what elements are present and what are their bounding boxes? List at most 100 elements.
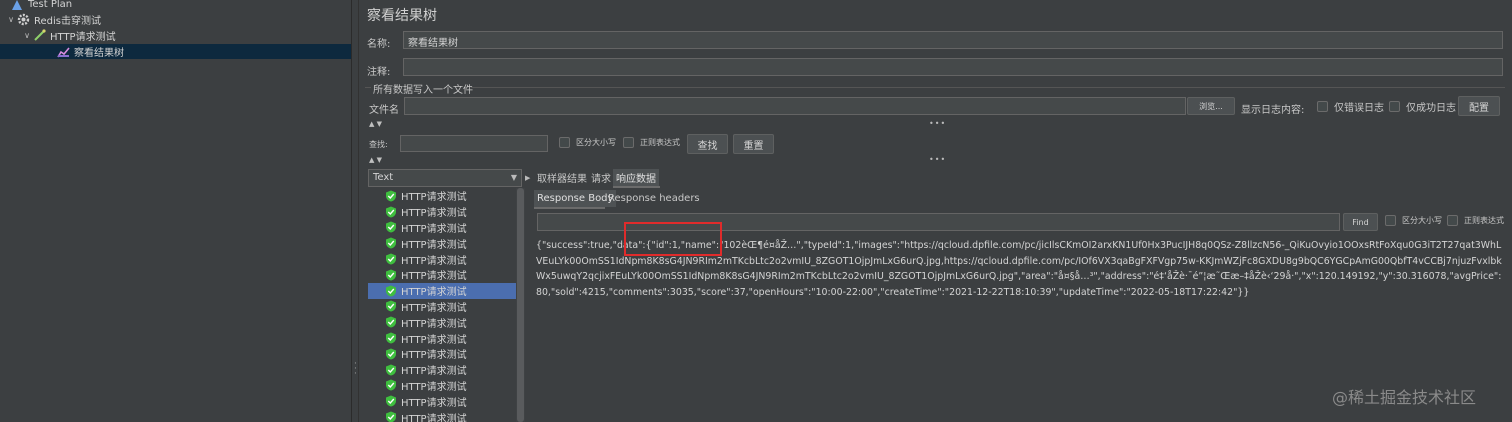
result-item[interactable]: HTTP请求测试 xyxy=(368,362,525,378)
response-regex-checkbox[interactable]: 正则表达式 xyxy=(1447,215,1504,226)
splitter-middle[interactable]: ▲ ▼ ••• xyxy=(359,155,1512,166)
section-border xyxy=(471,87,1505,88)
section-border xyxy=(365,87,371,88)
collapse-arrows-icon[interactable]: ▲ ▼ xyxy=(369,156,382,164)
success-shield-icon xyxy=(385,190,397,202)
result-item[interactable]: HTTP请求测试 xyxy=(368,204,525,220)
search-input[interactable] xyxy=(400,135,548,152)
result-item[interactable]: HTTP请求测试 xyxy=(368,188,525,204)
result-item-label: HTTP请求测试 xyxy=(401,255,467,267)
success-shield-icon xyxy=(385,253,397,265)
pipette-icon xyxy=(32,29,46,42)
success-only-checkbox[interactable]: 仅成功日志 xyxy=(1389,99,1456,114)
result-item-label: HTTP请求测试 xyxy=(401,381,467,393)
name-input[interactable]: 察看结果树 xyxy=(403,31,1503,49)
tab-response-headers[interactable]: Response headers xyxy=(605,190,703,207)
success-shield-icon xyxy=(385,300,397,312)
test-plan-tree: Test Plan ∨ Redis击穿测试 ∨ HTTP请求测试 察看结果树 xyxy=(0,0,351,422)
success-shield-icon xyxy=(385,221,397,233)
watermark: @稀土掘金技术社区 xyxy=(1332,388,1477,407)
filename-input[interactable] xyxy=(404,97,1186,115)
tab-request[interactable]: 请求 xyxy=(588,169,614,186)
success-shield-icon xyxy=(385,395,397,407)
comment-label: 注释: xyxy=(367,67,391,78)
result-item-label: HTTP请求测试 xyxy=(401,366,467,378)
result-item-label: HTTP请求测试 xyxy=(401,223,467,235)
jmeter-window: Test Plan ∨ Redis击穿测试 ∨ HTTP请求测试 察看结果树 ·… xyxy=(0,0,1512,422)
tree-item-thread-group[interactable]: ∨ Redis击穿测试 xyxy=(0,12,351,27)
result-item[interactable]: HTTP请求测试 xyxy=(368,251,525,267)
result-item[interactable]: HTTP请求测试 xyxy=(368,235,525,251)
drag-handle-icon: ••• xyxy=(929,155,947,164)
result-item[interactable]: HTTP请求测试 xyxy=(368,299,525,315)
success-shield-icon xyxy=(385,411,397,422)
result-item[interactable]: HTTP请求测试 xyxy=(368,378,525,394)
result-item-label: HTTP请求测试 xyxy=(401,413,467,422)
search-label: 查找: xyxy=(369,140,388,149)
result-item[interactable]: HTTP请求测试 xyxy=(368,330,525,346)
regex-checkbox[interactable]: 正则表达式 xyxy=(623,137,680,148)
tree-item-label: 察看结果树 xyxy=(74,48,124,59)
result-item-label: HTTP请求测试 xyxy=(401,350,467,362)
page-title: 察看结果树 xyxy=(367,8,437,24)
result-item-label: HTTP请求测试 xyxy=(401,287,467,299)
response-find-button[interactable]: Find xyxy=(1343,213,1378,231)
expand-arrow-icon[interactable]: ▶ xyxy=(525,174,530,182)
result-item[interactable]: HTTP请求测试 xyxy=(368,282,525,299)
success-shield-icon xyxy=(385,237,397,249)
tab-underline xyxy=(534,207,605,209)
chevron-down-icon: ▼ xyxy=(510,173,517,182)
split-pane-divider[interactable]: · · · xyxy=(351,0,359,422)
tab-response-data[interactable]: 响应数据 xyxy=(613,169,659,186)
response-case-sensitive-checkbox[interactable]: 区分大小写 xyxy=(1385,215,1442,226)
success-shield-icon xyxy=(385,332,397,344)
chevron-down-icon[interactable]: ∨ xyxy=(22,31,32,40)
test-plan-icon xyxy=(10,0,24,11)
view-results-tree-panel: 察看结果树 名称: 察看结果树 注释: 所有数据写入一个文件 文件名 浏览...… xyxy=(359,0,1512,422)
tree-item-label: Test Plan xyxy=(28,0,73,10)
renderer-select[interactable]: Text ▼ xyxy=(368,169,522,187)
errors-only-checkbox[interactable]: 仅错误日志 xyxy=(1317,99,1384,114)
case-sensitive-checkbox[interactable]: 区分大小写 xyxy=(559,137,616,148)
scrollbar-thumb[interactable] xyxy=(517,188,524,422)
gear-icon xyxy=(16,13,30,26)
splitter-top[interactable]: ▲ ▼ ••• xyxy=(359,119,1512,130)
success-shield-icon xyxy=(385,206,397,218)
chart-icon xyxy=(56,45,70,58)
drag-handle-icon: · · · xyxy=(354,359,357,379)
section-title: 所有数据写入一个文件 xyxy=(373,85,473,96)
result-item-label: HTTP请求测试 xyxy=(401,397,467,409)
annotation-highlight-box xyxy=(624,222,722,256)
tab-sampler-result[interactable]: 取样器结果 xyxy=(534,169,590,186)
comment-input[interactable] xyxy=(403,58,1503,76)
success-shield-icon xyxy=(385,348,397,360)
result-item[interactable]: HTTP请求测试 xyxy=(368,314,525,330)
result-item-label: HTTP请求测试 xyxy=(401,302,467,314)
result-item-label: HTTP请求测试 xyxy=(401,334,467,346)
result-item-label: HTTP请求测试 xyxy=(401,271,467,283)
browse-button[interactable]: 浏览... xyxy=(1187,97,1235,115)
tree-item-label: Redis击穿测试 xyxy=(34,16,101,27)
result-item[interactable]: HTTP请求测试 xyxy=(368,267,525,283)
tree-item-test-plan[interactable]: Test Plan xyxy=(0,0,351,12)
drag-handle-icon: ••• xyxy=(929,119,947,128)
result-item[interactable]: HTTP请求测试 xyxy=(368,220,525,236)
filename-label: 文件名 xyxy=(369,105,399,116)
tree-item-view-results-tree[interactable]: 察看结果树 xyxy=(0,44,351,59)
success-shield-icon xyxy=(385,364,397,376)
success-shield-icon xyxy=(385,379,397,391)
chevron-down-icon[interactable]: ∨ xyxy=(6,15,16,24)
success-shield-icon xyxy=(385,285,397,297)
configure-button[interactable]: 配置 xyxy=(1458,96,1500,116)
collapse-arrows-icon[interactable]: ▲ ▼ xyxy=(369,120,382,128)
result-item-label: HTTP请求测试 xyxy=(401,208,467,220)
result-item[interactable]: HTTP请求测试 xyxy=(368,393,525,409)
result-item-label: HTTP请求测试 xyxy=(401,318,467,330)
result-item[interactable]: HTTP请求测试 xyxy=(368,409,525,422)
results-scrollbar[interactable] xyxy=(516,188,525,422)
result-item-label: HTTP请求测试 xyxy=(401,192,467,204)
result-item[interactable]: HTTP请求测试 xyxy=(368,346,525,362)
reset-button[interactable]: 重置 xyxy=(733,134,774,154)
tree-item-http-sampler[interactable]: ∨ HTTP请求测试 xyxy=(0,28,351,43)
find-button[interactable]: 查找 xyxy=(687,134,728,154)
